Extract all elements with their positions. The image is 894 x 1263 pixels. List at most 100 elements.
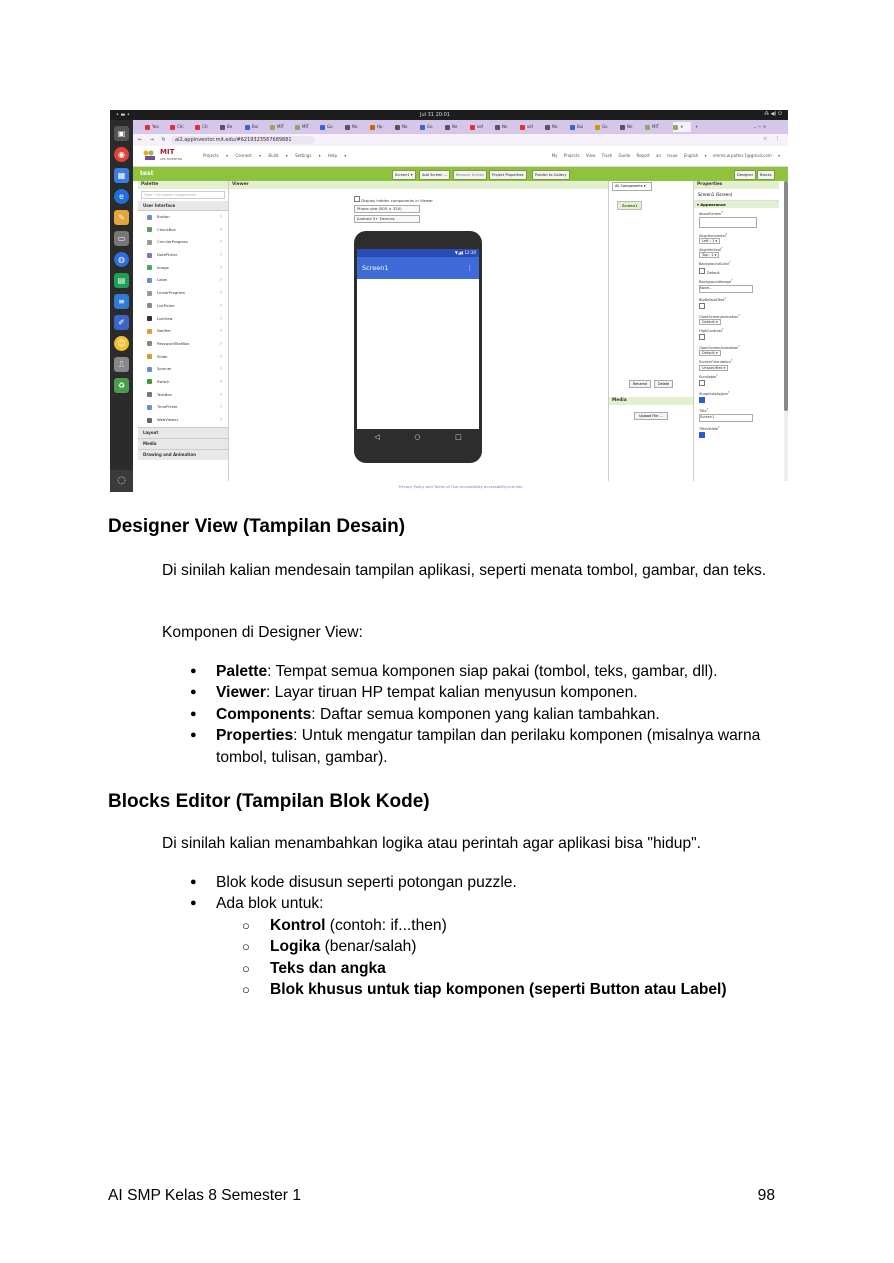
designer-button[interactable]: Designer — [734, 170, 757, 180]
palette-item[interactable]: CheckBox? — [138, 224, 228, 237]
help-icon[interactable]: ? — [220, 224, 222, 237]
palette-item[interactable]: WebViewer? — [138, 414, 228, 427]
edge-icon[interactable]: e — [114, 189, 129, 204]
appearance-category[interactable]: ▾ Appearance — [694, 201, 779, 208]
new-tab-button[interactable]: + — [695, 122, 703, 132]
trash-icon[interactable]: ♻ — [114, 378, 129, 393]
delete-button[interactable]: Delete — [653, 380, 674, 388]
browser-tab[interactable]: sof — [520, 122, 544, 132]
emoji-icon[interactable]: ☺ — [114, 336, 129, 351]
phone-title-bar[interactable]: Screen1 ⋮ — [357, 257, 479, 279]
palette-category-drawing[interactable]: Drawing and Animation — [138, 448, 228, 460]
terminal-icon[interactable]: ▣ — [114, 126, 129, 141]
property-value[interactable]: Left : 1 ▾ — [699, 238, 779, 245]
active-tab[interactable]: ✕ — [673, 122, 691, 132]
palette-item[interactable]: ListView? — [138, 313, 228, 326]
property-value[interactable]: Default ▾ — [699, 350, 779, 357]
project-properties-button[interactable]: Project Properties — [489, 170, 527, 180]
help-icon[interactable]: ? — [729, 260, 731, 264]
page-scrollbar[interactable] — [784, 181, 788, 481]
help-icon[interactable]: ? — [220, 300, 222, 313]
help-icon[interactable]: ? — [220, 313, 222, 326]
help-icon[interactable]: ? — [738, 344, 740, 348]
palette-item[interactable]: ListPicker? — [138, 300, 228, 313]
footer-links[interactable]: Privacy Policy and Terms of Use Accessib… — [133, 482, 788, 492]
property-value[interactable]: Unspecified ▾ — [699, 364, 779, 371]
upload-file-button[interactable]: Upload File ... — [634, 412, 668, 420]
property-value[interactable] — [699, 432, 779, 439]
nav-buttons[interactable]: ← → ↻ — [138, 137, 169, 143]
palette-item[interactable]: TextBox? — [138, 389, 228, 402]
palette-item[interactable]: TimePicker? — [138, 401, 228, 414]
palette-item[interactable]: Slider? — [138, 351, 228, 364]
help-icon[interactable]: ? — [726, 232, 728, 236]
screen-select-button[interactable]: Screen1 ▾ — [392, 170, 416, 180]
property-value[interactable] — [699, 379, 779, 387]
help-icon[interactable]: ? — [731, 278, 733, 282]
rename-button[interactable]: Rename — [629, 380, 651, 388]
help-icon[interactable]: ? — [220, 236, 222, 249]
help-icon[interactable]: ? — [220, 211, 222, 224]
browser-tab[interactable]: Ne — [445, 122, 469, 132]
window-controls[interactable]: ⌄ — ✕ — [753, 122, 785, 132]
notes-icon[interactable]: ✎ — [114, 210, 129, 225]
palette-item[interactable]: DatePicker? — [138, 249, 228, 262]
browser-tab[interactable]: sof — [470, 122, 494, 132]
browser-tab[interactable]: Ne — [620, 122, 644, 132]
help-icon[interactable]: ? — [220, 376, 222, 389]
help-icon[interactable]: ? — [220, 389, 222, 402]
property-value[interactable] — [699, 334, 779, 341]
palette-item[interactable]: Label? — [138, 274, 228, 287]
help-icon[interactable]: ? — [738, 313, 740, 317]
help-icon[interactable]: ? — [721, 246, 723, 250]
browser-tab[interactable]: MIT — [295, 122, 319, 132]
phone-screen-canvas[interactable] — [357, 279, 479, 429]
help-icon[interactable]: ? — [718, 425, 720, 429]
back-icon[interactable]: ◁ — [374, 429, 379, 445]
help-icon[interactable]: ? — [220, 287, 222, 300]
help-icon[interactable]: ? — [707, 407, 709, 411]
palette-item[interactable]: Image? — [138, 262, 228, 275]
browser-tab[interactable]: Go — [595, 122, 619, 132]
usb-icon[interactable]: ⎍ — [114, 357, 129, 372]
browser-tab[interactable]: Yoo — [145, 122, 169, 132]
url-field[interactable]: ai2.appinventor.mit.edu/#621932356768988… — [171, 136, 315, 144]
home-icon[interactable]: ○ — [414, 429, 420, 445]
theme-select[interactable]: Android 5+ Devices — [354, 215, 420, 223]
palette-item[interactable]: LinearProgress? — [138, 287, 228, 300]
browser-tab[interactable]: Bui — [245, 122, 269, 132]
help-icon[interactable]: ? — [220, 414, 222, 427]
browser-tab[interactable]: MIT — [270, 122, 294, 132]
palette-item[interactable]: CircularProgress? — [138, 236, 228, 249]
property-value[interactable]: Screen1 — [699, 414, 779, 423]
remove-screen-button[interactable]: Remove Screen — [453, 170, 488, 180]
browser-tab[interactable]: Be — [220, 122, 244, 132]
palette-item[interactable]: Button? — [138, 211, 228, 224]
palette-item[interactable]: Notifier? — [138, 325, 228, 338]
browser-tab[interactable]: Ne — [345, 122, 369, 132]
browser-tab[interactable]: Ne — [395, 122, 419, 132]
browser-toolbar-icons[interactable]: ☆ ⋮ — [763, 136, 783, 142]
palette-search-input[interactable]: Type → to search components — [141, 191, 225, 199]
help-icon[interactable]: ? — [721, 210, 723, 214]
palette-item[interactable]: Switch? — [138, 376, 228, 389]
spreadsheet-icon[interactable]: ▤ — [114, 273, 129, 288]
property-value[interactable]: Top : 1 ▾ — [699, 252, 779, 259]
browser-tab[interactable]: Bui — [570, 122, 594, 132]
add-screen-button[interactable]: Add Screen ... — [419, 170, 451, 180]
browser-tab[interactable]: Ne — [545, 122, 569, 132]
help-icon[interactable]: ? — [220, 401, 222, 414]
property-value[interactable] — [699, 302, 779, 310]
palette-category-media[interactable]: Media — [138, 437, 228, 449]
browser-tab[interactable]: Chi — [170, 122, 194, 132]
browser-tab[interactable]: Hp — [370, 122, 394, 132]
help-icon[interactable]: ? — [220, 274, 222, 287]
palette-category-layout[interactable]: Layout — [138, 426, 228, 438]
hidden-components-checkbox[interactable] — [354, 196, 360, 202]
browser-tab[interactable]: Ne — [495, 122, 519, 132]
property-value[interactable] — [699, 217, 779, 229]
help-icon[interactable]: ? — [220, 351, 222, 364]
palette-category-user-interface[interactable]: User Interface — [138, 201, 228, 211]
component-tree-screen1[interactable]: Screen1 — [617, 201, 643, 210]
phone-size-select[interactable]: Phone size (505 × 320) — [354, 205, 420, 213]
